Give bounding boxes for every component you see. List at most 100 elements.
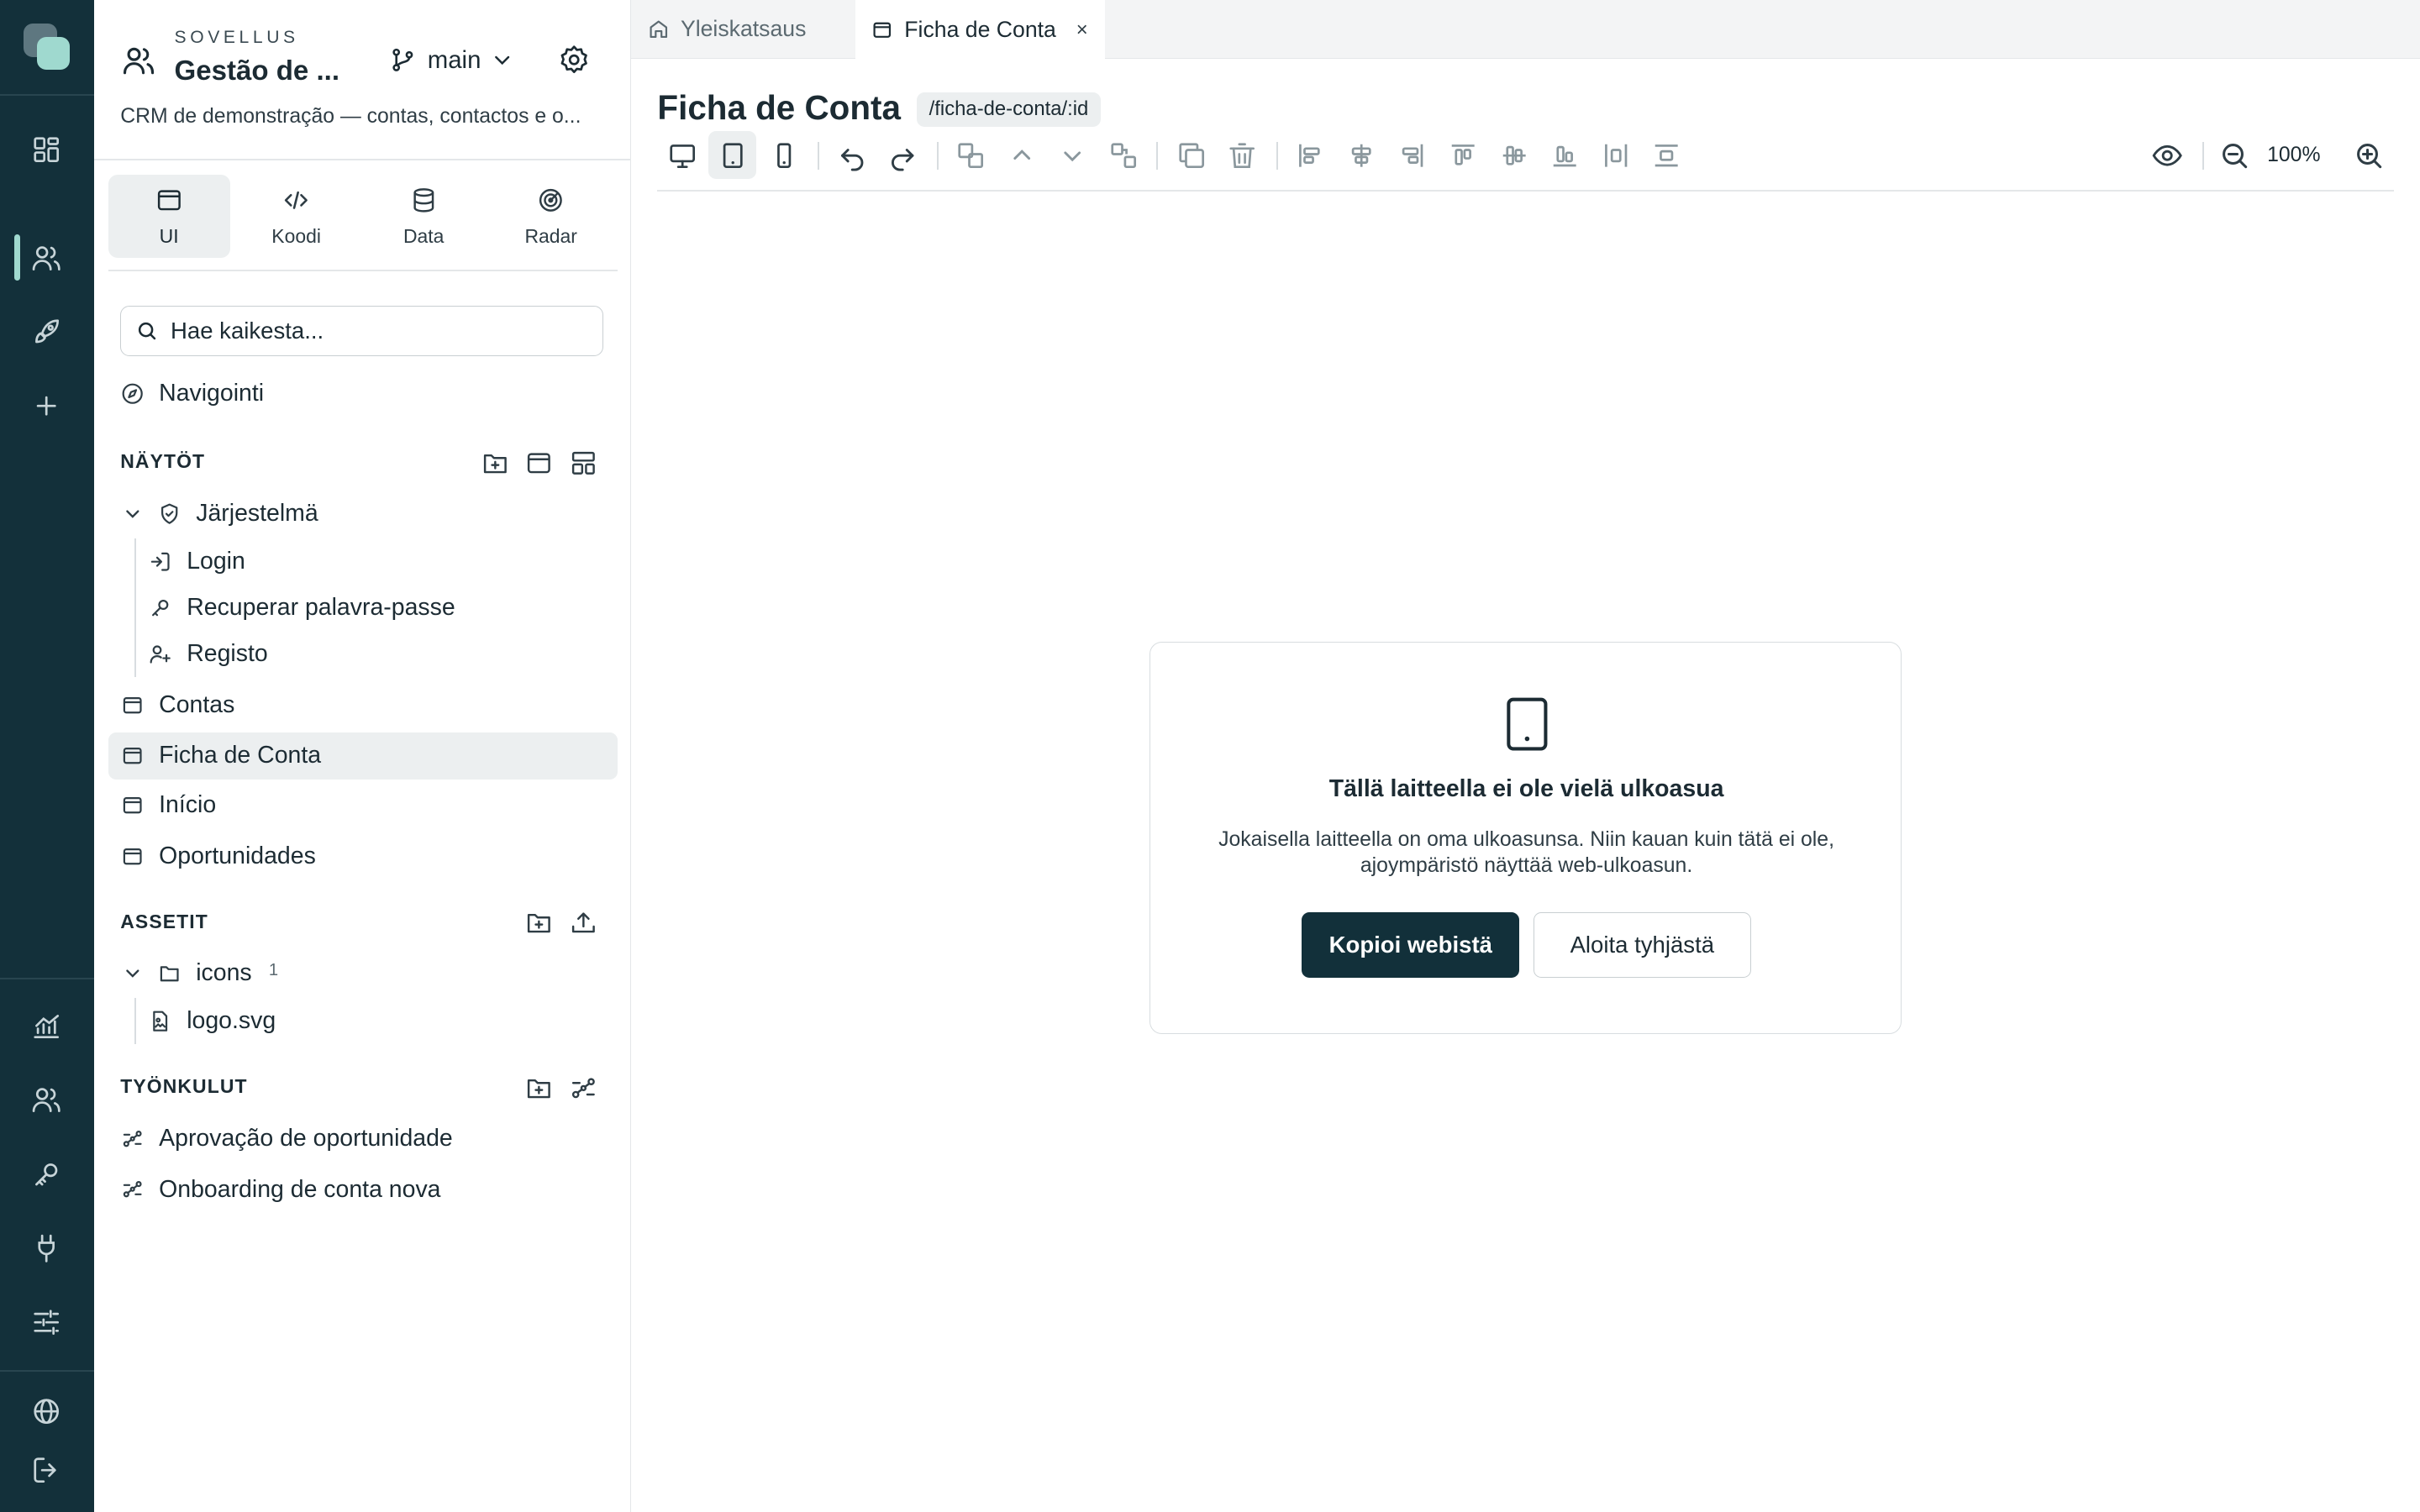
screen-item-login[interactable]: Login bbox=[148, 538, 245, 585]
distribute-vertical-icon[interactable] bbox=[1649, 139, 1683, 172]
align-right-icon[interactable] bbox=[1395, 139, 1428, 172]
undo-icon[interactable] bbox=[835, 139, 869, 172]
tab-koodi[interactable]: Koodi bbox=[235, 175, 357, 258]
chevron-down-icon[interactable] bbox=[122, 503, 144, 525]
copy-from-web-button[interactable]: Kopioi webistä bbox=[1302, 912, 1520, 978]
align-center-v-icon[interactable] bbox=[1497, 139, 1531, 172]
chevron-down-icon[interactable] bbox=[1055, 139, 1089, 172]
team-icon[interactable] bbox=[29, 1083, 63, 1116]
navigation-item[interactable]: Navigointi bbox=[120, 370, 264, 417]
screen-label: Ficha de Conta bbox=[159, 742, 322, 769]
tab-label: Koodi bbox=[271, 224, 321, 247]
gear-icon[interactable] bbox=[557, 43, 591, 76]
workflow-icon bbox=[120, 1126, 145, 1151]
search-icon bbox=[135, 319, 159, 343]
users-icon[interactable] bbox=[29, 241, 63, 275]
redo-icon[interactable] bbox=[886, 139, 919, 172]
align-bottom-icon[interactable] bbox=[1548, 139, 1581, 172]
workflow-item-onboarding[interactable]: Onboarding de conta nova bbox=[120, 1167, 441, 1213]
screen-item-ficha-de-conta[interactable]: Ficha de Conta bbox=[108, 732, 618, 780]
key-icon bbox=[148, 596, 172, 620]
screen-label: Registo bbox=[187, 640, 268, 668]
workflow-icon bbox=[120, 1177, 145, 1201]
compass-icon bbox=[120, 381, 145, 406]
route-badge: /ficha-de-conta/:id bbox=[916, 92, 1102, 127]
desktop-icon[interactable] bbox=[666, 139, 699, 172]
rail-divider bbox=[0, 978, 95, 980]
screen-item-oportunidades[interactable]: Oportunidades bbox=[120, 833, 316, 879]
asset-item-logo[interactable]: logo.svg bbox=[148, 998, 276, 1044]
home-icon bbox=[647, 18, 671, 41]
window-icon bbox=[120, 693, 145, 717]
distribute-horizontal-icon[interactable] bbox=[1599, 139, 1633, 172]
folder-count: 1 bbox=[268, 960, 279, 979]
folder-jarjestelma[interactable]: Järjestelmä bbox=[157, 491, 318, 537]
code-icon bbox=[281, 185, 312, 216]
layout-template-icon[interactable] bbox=[568, 448, 599, 479]
tab-ficha-de-conta[interactable]: Ficha de Conta × bbox=[855, 0, 1106, 60]
globe-icon[interactable] bbox=[29, 1394, 63, 1428]
folder-icon bbox=[157, 961, 182, 985]
screen-item-inicio[interactable]: Início bbox=[120, 782, 216, 828]
toolbar-divider bbox=[2202, 141, 2204, 171]
ungroup-icon[interactable] bbox=[1107, 139, 1140, 172]
preview-eye-icon[interactable] bbox=[2150, 139, 2184, 172]
users-icon bbox=[120, 42, 157, 79]
chevron-up-icon[interactable] bbox=[1005, 139, 1039, 172]
assets-section-title: ASSETIT bbox=[120, 910, 208, 932]
tab-radar[interactable]: Radar bbox=[490, 175, 612, 258]
database-icon bbox=[408, 185, 439, 216]
screen-item-recuperar[interactable]: Recuperar palavra-passe bbox=[148, 585, 455, 631]
zoom-in-icon[interactable] bbox=[2352, 139, 2386, 172]
tab-ui[interactable]: UI bbox=[108, 174, 230, 258]
logout-icon[interactable] bbox=[29, 1453, 63, 1487]
login-icon bbox=[148, 549, 172, 574]
app-eyebrow: SOVELLUS bbox=[174, 28, 299, 48]
chart-icon[interactable] bbox=[29, 1009, 63, 1042]
tab-label: Data bbox=[402, 224, 445, 247]
trash-icon[interactable] bbox=[1225, 139, 1259, 172]
start-empty-button[interactable]: Aloita tyhjästä bbox=[1533, 912, 1751, 978]
user-plus-icon bbox=[148, 642, 172, 666]
folder-icons[interactable]: icons 1 bbox=[157, 950, 278, 996]
new-folder-icon[interactable] bbox=[480, 448, 511, 479]
window-icon bbox=[120, 844, 145, 869]
dashboard-icon[interactable] bbox=[29, 133, 63, 166]
new-folder-icon[interactable] bbox=[523, 1073, 555, 1104]
tab-yleiskatsaus[interactable]: Yleiskatsaus bbox=[631, 0, 855, 59]
screen-label: Oportunidades bbox=[159, 842, 316, 869]
workflow-icon[interactable] bbox=[568, 1073, 599, 1104]
group-icon[interactable] bbox=[954, 139, 987, 172]
plus-icon[interactable] bbox=[29, 389, 63, 423]
new-screen-icon[interactable] bbox=[523, 448, 555, 479]
search-input[interactable] bbox=[171, 317, 572, 344]
branch-selector[interactable]: main bbox=[387, 43, 515, 76]
window-icon bbox=[120, 743, 145, 768]
tablet-icon[interactable] bbox=[716, 139, 750, 172]
screen-label: Recuperar palavra-passe bbox=[187, 594, 455, 622]
chevron-down-icon[interactable] bbox=[122, 963, 144, 984]
toolbar-divider bbox=[1155, 141, 1158, 171]
app-logo[interactable] bbox=[23, 23, 73, 73]
workflow-item-aprovacao[interactable]: Aprovação de oportunidade bbox=[120, 1116, 453, 1162]
new-folder-icon[interactable] bbox=[523, 907, 555, 938]
editor-area: Yleiskatsaus Ficha de Conta × Ficha de C… bbox=[631, 0, 2420, 1512]
mobile-icon[interactable] bbox=[767, 139, 801, 172]
screen-item-contas[interactable]: Contas bbox=[120, 682, 234, 728]
align-top-icon[interactable] bbox=[1446, 139, 1480, 172]
sliders-icon[interactable] bbox=[29, 1305, 63, 1339]
key-icon[interactable] bbox=[29, 1158, 63, 1191]
align-left-icon[interactable] bbox=[1293, 139, 1327, 172]
rocket-icon[interactable] bbox=[29, 315, 63, 349]
close-icon[interactable]: × bbox=[1076, 18, 1088, 42]
screen-item-registo[interactable]: Registo bbox=[148, 631, 268, 677]
image-file-icon bbox=[148, 1009, 172, 1033]
upload-icon[interactable] bbox=[568, 907, 599, 938]
duplicate-icon[interactable] bbox=[1175, 139, 1208, 172]
search-box bbox=[120, 305, 604, 357]
tab-data[interactable]: Data bbox=[363, 175, 485, 258]
project-title[interactable]: Gestão de ... bbox=[175, 55, 340, 87]
plug-icon[interactable] bbox=[29, 1231, 63, 1265]
zoom-out-icon[interactable] bbox=[2217, 139, 2251, 172]
align-center-h-icon[interactable] bbox=[1344, 139, 1378, 172]
